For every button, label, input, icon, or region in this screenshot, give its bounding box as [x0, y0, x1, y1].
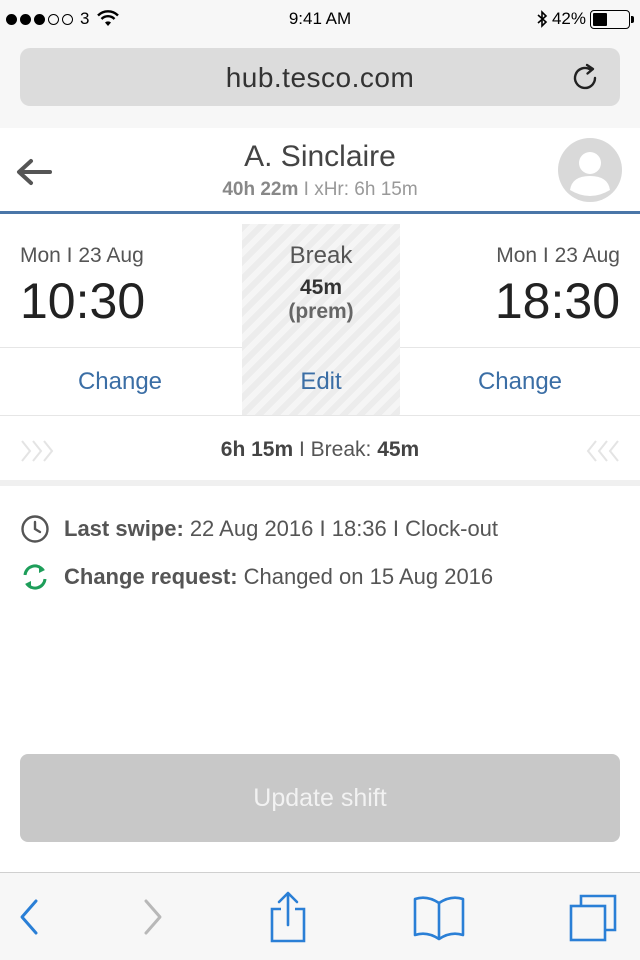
- share-icon[interactable]: [266, 891, 310, 943]
- battery-icon: [590, 9, 634, 29]
- xhr-text: I xHr: 6h 15m: [303, 179, 418, 200]
- edit-break-button[interactable]: Edit: [242, 368, 400, 396]
- break-label: Break: [289, 242, 353, 269]
- battery-group: 42%: [536, 9, 634, 29]
- summary-separator: I Break:: [293, 438, 378, 461]
- end-date: Mon I 23 Aug: [496, 244, 620, 267]
- shift-summary: 6h 15m I Break: 45m: [0, 416, 640, 486]
- end-time: 18:30: [494, 273, 620, 329]
- battery-percent: 42%: [551, 9, 586, 28]
- clock-icon: [21, 515, 49, 543]
- shift-actions-row: Change Edit Change: [0, 348, 640, 416]
- url-text[interactable]: hub.tesco.com: [20, 62, 620, 94]
- last-swipe-info: Last swipe: 22 Aug 2016 I 18:36 I Clock-…: [20, 512, 498, 546]
- sync-icon: [23, 564, 47, 590]
- change-request-label: Change request:: [64, 564, 238, 589]
- change-request-value: Changed on 15 Aug 2016: [243, 564, 494, 589]
- avatar[interactable]: [558, 138, 622, 202]
- status-bar: 3 9:41 AM 42%: [0, 0, 640, 40]
- break-info: Break 45m (prem): [242, 242, 400, 324]
- user-icon: [570, 152, 610, 196]
- bookmarks-icon[interactable]: [412, 895, 466, 941]
- reload-icon[interactable]: [568, 61, 602, 95]
- start-date: Mon I 23 Aug: [20, 244, 144, 267]
- employee-header: A. Sinclaire 40h 22m I xHr: 6h 15m: [0, 128, 640, 214]
- break-note: (prem): [288, 300, 354, 323]
- break-duration: 45m: [299, 276, 343, 299]
- employee-name: A. Sinclaire: [244, 140, 396, 173]
- change-request-info: Change request: Changed on 15 Aug 2016: [20, 560, 493, 594]
- last-swipe-value: 22 Aug 2016 I 18:36 I Clock-out: [189, 516, 499, 541]
- start-time: 10:30: [20, 273, 146, 329]
- shift-end: Mon I 23 Aug 18:30: [495, 244, 620, 330]
- chevrons-left-icon: [586, 440, 619, 462]
- back-icon[interactable]: [14, 897, 44, 937]
- hours-total: 40h 22m: [222, 179, 299, 200]
- summary-break: 45m: [377, 438, 420, 461]
- bluetooth-icon: [537, 10, 548, 28]
- last-swipe-label: Last swipe:: [64, 516, 184, 541]
- address-bar[interactable]: hub.tesco.com: [20, 48, 620, 106]
- summary-duration: 6h 15m: [220, 438, 294, 461]
- change-start-button[interactable]: Change: [0, 368, 240, 396]
- change-end-button[interactable]: Change: [400, 368, 640, 396]
- summary-text: 6h 15m I Break: 45m: [0, 438, 640, 462]
- browser-address-area: hub.tesco.com: [0, 40, 640, 128]
- battery-level: [593, 12, 608, 26]
- browser-toolbar: [0, 872, 640, 960]
- employee-hours: 40h 22m I xHr: 6h 15m: [0, 179, 640, 201]
- update-shift-button[interactable]: Update shift: [20, 754, 620, 842]
- shift-start: Mon I 23 Aug 10:30: [20, 244, 145, 330]
- forward-icon[interactable]: [138, 897, 168, 937]
- tabs-icon[interactable]: [568, 893, 618, 943]
